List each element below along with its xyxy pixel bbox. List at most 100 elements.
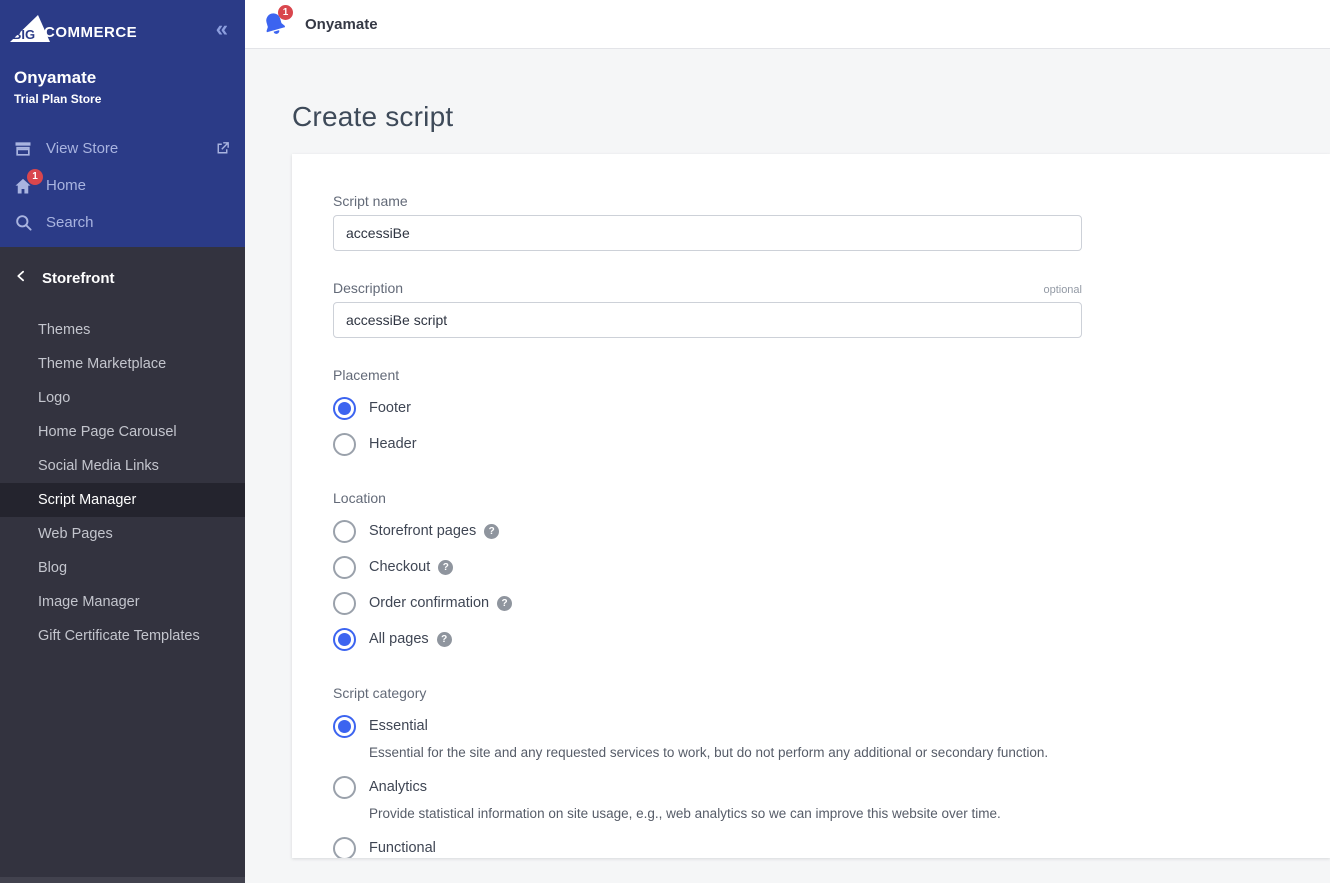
description-label: Description [333,280,403,296]
radio-option-analytics[interactable]: Analytics [333,769,1300,805]
sidebar-item-theme-marketplace[interactable]: Theme Marketplace [0,347,245,381]
radio-option-storefront-pages[interactable]: Storefront pages? [333,513,1300,549]
bigcommerce-triangle-icon: BIG [10,15,50,42]
search-icon [12,212,34,234]
radio-unselected-icon[interactable] [333,556,356,579]
external-link-icon[interactable] [213,140,231,158]
sidebar-item-gift-certificate-templates[interactable]: Gift Certificate Templates [0,619,245,653]
sidebar-item-social-media-links[interactable]: Social Media Links [0,449,245,483]
sidebar-item-view-store[interactable]: View Store [0,130,245,167]
option-all-pages: All pages? [333,621,1300,657]
sidebar-item-web-pages[interactable]: Web Pages [0,517,245,551]
sidebar-item-themes[interactable]: Themes [0,313,245,347]
radio-option-checkout[interactable]: Checkout? [333,549,1300,585]
option-storefront-pages: Storefront pages? [333,513,1300,549]
sidebar-item-label: Home [46,177,231,194]
radio-selected-icon[interactable] [333,628,356,651]
radio-unselected-icon[interactable] [333,520,356,543]
help-icon[interactable]: ? [497,596,512,611]
page-content: Create script Script name Description op… [245,49,1330,883]
radio-label: Checkout [369,559,430,575]
placement-label: Placement [333,367,1300,383]
description-field: Description optional [333,280,1300,338]
location-group: Location Storefront pages?Checkout?Order… [333,490,1300,657]
topbar: 1 Onyamate [245,0,1330,49]
radio-option-all-pages[interactable]: All pages? [333,621,1300,657]
sidebar-item-logo[interactable]: Logo [0,381,245,415]
main-area: 1 Onyamate Create script Script name Des… [245,0,1330,883]
radio-unselected-icon[interactable] [333,433,356,456]
option-description: Provide statistical information on site … [369,806,1300,821]
script-name-input[interactable] [333,215,1082,251]
radio-selected-icon[interactable] [333,715,356,738]
script-category-options: Essential Essential for the site and any … [333,708,1300,858]
location-options: Storefront pages?Checkout?Order confirma… [333,513,1300,657]
sidebar-section-items: ThemesTheme MarketplaceLogoHome Page Car… [0,313,245,653]
sidebar-section-header-storefront[interactable]: Storefront [0,269,245,287]
collapse-sidebar-icon[interactable]: « [216,18,228,40]
option-footer: Footer [333,390,1300,426]
sidebar: BIG COMMERCE « Onyamate Trial Plan Store… [0,0,245,883]
sidebar-top: BIG COMMERCE « Onyamate Trial Plan Store… [0,0,245,247]
location-label: Location [333,490,1300,506]
option-description: Essential for the site and any requested… [369,745,1300,760]
script-name-field: Script name [333,193,1300,251]
radio-unselected-icon[interactable] [333,776,356,799]
sidebar-item-label: View Store [46,140,213,157]
sidebar-bottom-strip [0,877,245,883]
radio-label: Header [369,436,417,452]
section-title: Storefront [42,270,115,287]
radio-selected-icon[interactable] [333,397,356,420]
logo-row: BIG COMMERCE « [0,0,245,42]
description-input[interactable] [333,302,1082,338]
radio-option-order-confirmation[interactable]: Order confirmation? [333,585,1300,621]
help-icon[interactable]: ? [484,524,499,539]
bigcommerce-logo[interactable]: BIG COMMERCE [10,15,137,42]
radio-label: Analytics [369,779,427,795]
home-icon: 1 [12,175,34,197]
radio-label: Storefront pages [369,523,476,539]
radio-unselected-icon[interactable] [333,837,356,859]
storefront-icon [12,138,34,160]
notifications-bell-icon[interactable]: 1 [258,8,290,40]
sidebar-item-script-manager[interactable]: Script Manager [0,483,245,517]
notification-badge: 1 [27,169,43,185]
radio-label: All pages [369,631,429,647]
sidebar-item-label: Search [46,214,231,231]
help-icon[interactable]: ? [438,560,453,575]
sidebar-item-home-page-carousel[interactable]: Home Page Carousel [0,415,245,449]
sidebar-section: Storefront ThemesTheme MarketplaceLogoHo… [0,247,245,883]
script-name-label: Script name [333,193,1300,209]
logo-commerce-text: COMMERCE [44,24,137,41]
radio-label: Order confirmation [369,595,489,611]
create-script-form-card: Script name Description optional Placeme… [292,154,1330,858]
optional-hint: optional [1043,284,1082,296]
help-icon[interactable]: ? [437,632,452,647]
radio-option-essential[interactable]: Essential [333,708,1300,744]
sidebar-item-home[interactable]: 1Home [0,167,245,204]
radio-option-header[interactable]: Header [333,426,1300,462]
store-name: Onyamate [14,68,245,88]
radio-unselected-icon[interactable] [333,592,356,615]
topbar-store-name: Onyamate [305,16,378,33]
page-title: Create script [292,101,1330,133]
sidebar-main-nav: View Store1HomeSearch [0,130,245,241]
radio-label: Footer [369,400,411,416]
placement-options: Footer Header [333,390,1300,462]
sidebar-item-blog[interactable]: Blog [0,551,245,585]
radio-label: Functional [369,840,436,856]
radio-label: Essential [369,718,428,734]
description-label-row: Description optional [333,280,1082,296]
radio-option-footer[interactable]: Footer [333,390,1300,426]
script-category-label: Script category [333,685,1300,701]
chevron-left-icon [15,269,28,287]
radio-option-functional[interactable]: Functional [333,830,1300,858]
option-header: Header [333,426,1300,462]
option-order-confirmation: Order confirmation? [333,585,1300,621]
placement-group: Placement Footer Header [333,367,1300,462]
option-analytics: Analytics Provide statistical information… [333,769,1300,821]
script-category-group: Script category Essential Essential for t… [333,685,1300,858]
sidebar-item-search[interactable]: Search [0,204,245,241]
sidebar-item-image-manager[interactable]: Image Manager [0,585,245,619]
app-root: BIG COMMERCE « Onyamate Trial Plan Store… [0,0,1330,883]
